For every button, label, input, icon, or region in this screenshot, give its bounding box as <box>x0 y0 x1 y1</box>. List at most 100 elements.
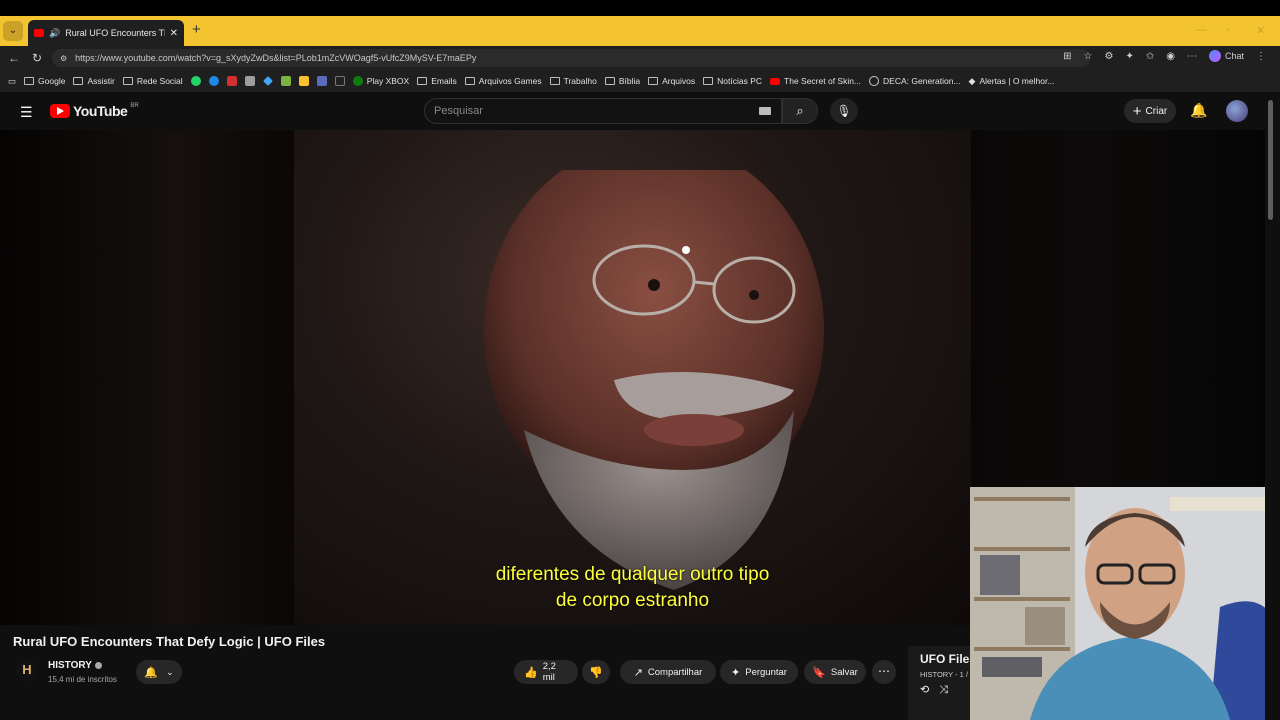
back-icon[interactable]: ← <box>8 51 20 65</box>
red-app-icon[interactable] <box>226 76 237 86</box>
blue-app-icon[interactable] <box>208 76 219 86</box>
bookmark-label: Bíblia <box>618 76 641 86</box>
bookmark-label: DECA: Generation... <box>883 76 961 86</box>
subscriber-count: 15,4 mi de inscritos <box>48 675 117 684</box>
keyboard-icon[interactable] <box>759 107 771 115</box>
scrollbar-thumb[interactable] <box>1268 100 1273 220</box>
bookmark-label: Play XBOX <box>366 76 410 86</box>
plus-icon: + <box>1132 102 1142 120</box>
copilot-icon <box>1208 50 1221 62</box>
copilot-chat-button[interactable]: Chat <box>1208 50 1244 62</box>
webcam-overlay <box>970 487 1280 720</box>
search-input[interactable]: Pesquisar <box>424 98 782 124</box>
gemini-icon[interactable] <box>262 76 273 86</box>
voice-search-button[interactable]: 🎙 <box>830 98 858 124</box>
like-button[interactable]: 👍 2,2 mil <box>514 660 578 684</box>
save-button[interactable]: 🔖 Salvar <box>804 660 866 684</box>
bookmark-emails[interactable]: Emails <box>417 76 457 86</box>
channel-avatar[interactable]: H <box>16 660 38 682</box>
video-captions: diferentes de qualquer outro tipo de cor… <box>294 562 971 614</box>
purple-app-icon[interactable] <box>316 76 327 86</box>
bookmark-arquivos-games[interactable]: Arquivos Games <box>464 76 542 86</box>
search-button[interactable]: ⌕ <box>782 98 818 124</box>
maximize-icon[interactable]: ▫ <box>1226 24 1230 36</box>
share-arrow-icon: ↗ <box>633 666 643 679</box>
sidebar-more-icon[interactable]: ⋮ <box>1256 51 1266 62</box>
whatsapp-icon[interactable] <box>190 76 201 86</box>
site-info-icon[interactable]: ⚙ <box>60 54 67 63</box>
notifications-bell-icon[interactable]: 🔔 <box>1190 102 1207 119</box>
profile-icon[interactable]: ◉ <box>1166 51 1175 62</box>
app-install-icon[interactable]: ⊞ <box>1063 51 1071 62</box>
caption-line-1: diferentes de qualquer outro tipo <box>495 564 770 585</box>
bookmark-biblia[interactable]: Bíblia <box>604 76 641 86</box>
folder-icon <box>464 77 475 85</box>
ask-button[interactable]: ✦ Perguntar <box>720 660 798 684</box>
s-app-icon[interactable] <box>334 76 345 86</box>
like-count: 2,2 mil <box>542 661 556 683</box>
playlist-controls: ⟲⤨ <box>920 683 970 697</box>
gray-app-icon[interactable] <box>244 76 255 86</box>
close-window-icon[interactable]: ✕ <box>1256 24 1265 37</box>
minimize-icon[interactable]: — <box>1196 24 1207 36</box>
search-icon: ⌕ <box>796 103 804 118</box>
bookmark-rede-social[interactable]: Rede Social <box>122 76 183 86</box>
microphone-icon: 🎙 <box>836 104 852 118</box>
reload-icon[interactable]: ↻ <box>32 51 42 65</box>
avatar[interactable] <box>1226 100 1248 122</box>
more-actions-button[interactable]: ⋯ <box>872 660 896 684</box>
video-title: Rural UFO Encounters That Defy Logic | U… <box>13 634 326 649</box>
address-bar[interactable]: ⚙ https://www.youtube.com/watch?v=g_sXyd… <box>52 49 1090 67</box>
bookmarks-bar: ▭ Google Assistir Rede Social Play XBOX … <box>0 70 1280 92</box>
new-tab-button[interactable]: + <box>192 21 201 38</box>
video-frame[interactable] <box>294 130 971 625</box>
bookmark-google[interactable]: Google <box>24 76 65 86</box>
bookmark-star-icon[interactable]: ☆ <box>1084 51 1093 62</box>
bookmark-secret-of-skin[interactable]: The Secret of Skin... <box>770 76 861 86</box>
bookmark-icon: 🔖 <box>812 666 826 679</box>
green-app-icon[interactable] <box>280 76 291 86</box>
channel-name-link[interactable]: HISTORY <box>48 660 102 671</box>
more-horizontal-icon: ⋯ <box>878 664 890 678</box>
bookmark-label: The Secret of Skin... <box>784 76 862 86</box>
folder-icon <box>417 77 428 85</box>
extension-icon[interactable]: ⚙ <box>1105 51 1114 62</box>
loop-icon[interactable]: ⟲ <box>920 684 939 696</box>
bookmark-alertas[interactable]: ◆ Alertas | O melhor... <box>969 76 1055 87</box>
menu-dots-icon[interactable]: ⋯ <box>1187 51 1197 62</box>
youtube-logo[interactable]: YouTube BR <box>50 103 139 119</box>
browser-tab-active[interactable]: 🔊 Rural UFO Encounters That De ✕ <box>28 20 184 46</box>
caption-line-2: de corpo estranho <box>555 590 710 611</box>
tab-search-button[interactable]: ⌄ <box>3 21 23 41</box>
share-button[interactable]: ↗ Compartilhar <box>620 660 716 684</box>
bookmark-deca[interactable]: DECA: Generation... <box>869 76 961 86</box>
dislike-button[interactable]: 👎 <box>582 660 610 684</box>
bookmark-arquivos[interactable]: Arquivos <box>648 76 695 86</box>
channel-name: HISTORY <box>48 660 92 671</box>
bookmark-trabalho[interactable]: Trabalho <box>549 76 597 86</box>
playlist-panel[interactable]: UFO Files HISTORY - 1 / 6 ⟲⤨ <box>908 646 970 720</box>
folder-icon <box>648 77 659 85</box>
close-tab-icon[interactable]: ✕ <box>170 28 178 39</box>
puzzle-icon[interactable]: ✦ <box>1125 51 1133 62</box>
shuffle-icon[interactable]: ⤨ <box>939 684 958 696</box>
subscription-notification-button[interactable]: 🔔 ⌄ <box>136 660 182 684</box>
create-button[interactable]: + Criar <box>1124 99 1176 123</box>
yellow-app-icon[interactable] <box>298 76 309 86</box>
bookmark-assistir[interactable]: Assistir <box>73 76 115 86</box>
page-scrollbar[interactable] <box>1265 92 1280 720</box>
bookmark-label: Trabalho <box>563 76 597 86</box>
guide-menu-icon[interactable]: ☰ <box>20 104 33 121</box>
webcam-person-image <box>970 487 1280 720</box>
bookmark-play-xbox[interactable]: Play XBOX <box>352 76 410 86</box>
tab-actions-icon[interactable]: ▭ <box>8 76 16 87</box>
playlist-meta: HISTORY - 1 / 6 <box>920 670 970 679</box>
bookmark-label: Notícias PC <box>717 76 763 86</box>
bookmark-noticias-pc[interactable]: Notícias PC <box>703 76 762 86</box>
chat-label: Chat <box>1224 51 1244 61</box>
folder-icon <box>24 77 35 85</box>
country-code: BR <box>130 103 139 109</box>
bookmark-label: Arquivos <box>662 76 696 86</box>
speaker-icon[interactable]: 🔊 <box>49 28 60 39</box>
favorites-icon[interactable]: ✩ <box>1146 51 1154 62</box>
